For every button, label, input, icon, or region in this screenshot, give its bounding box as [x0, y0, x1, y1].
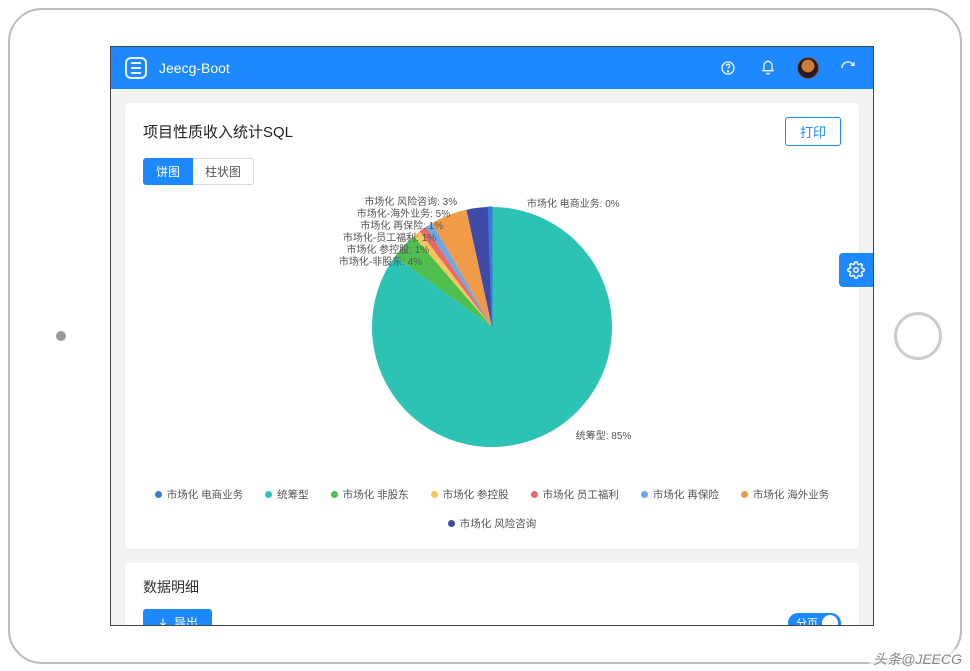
export-label: 导出: [174, 614, 198, 625]
export-button[interactable]: 导出: [143, 609, 212, 625]
tab-bar[interactable]: 柱状图: [193, 158, 254, 185]
app-title: Jeecg-Boot: [159, 60, 230, 76]
topbar: Jeecg-Boot: [111, 47, 873, 89]
tab-pie[interactable]: 饼图: [143, 158, 193, 185]
legend-item[interactable]: 市场化 电商业务: [155, 487, 243, 502]
legend-item[interactable]: 市场化 参控股: [431, 487, 509, 502]
print-button[interactable]: 打印: [785, 117, 841, 146]
camera-dot: [56, 331, 66, 341]
legend-label: 市场化 风险咨询: [460, 516, 536, 531]
legend-label: 统筹型: [277, 487, 309, 502]
slice-label: 市场化-非股东: 4%: [339, 253, 422, 268]
chart-card: 项目性质收入统计SQL 打印 饼图 柱状图: [125, 103, 859, 549]
watermark: 头条@JEECG: [869, 649, 966, 669]
legend-label: 市场化 电商业务: [167, 487, 243, 502]
legend-label: 市场化 参控股: [443, 487, 509, 502]
menu-icon[interactable]: [125, 57, 147, 79]
legend-item[interactable]: 统筹型: [265, 487, 309, 502]
legend-item[interactable]: 市场化 风险咨询: [448, 516, 536, 531]
toggle-knob: [822, 615, 838, 626]
content-scroll[interactable]: 项目性质收入统计SQL 打印 饼图 柱状图: [111, 89, 873, 625]
chart-tabs: 饼图 柱状图: [143, 158, 841, 185]
legend-item[interactable]: 市场化 海外业务: [741, 487, 829, 502]
legend-label: 市场化 海外业务: [753, 487, 829, 502]
download-icon: [157, 617, 169, 626]
legend-label: 市场化 非股东: [343, 487, 409, 502]
home-button[interactable]: [894, 312, 942, 360]
settings-gear-button[interactable]: [839, 253, 873, 287]
legend-label: 市场化 员工福利: [543, 487, 619, 502]
legend-label: 市场化 再保险: [653, 487, 719, 502]
pagination-toggle[interactable]: 分页: [788, 613, 841, 626]
refresh-icon[interactable]: [837, 57, 859, 79]
bell-icon[interactable]: [757, 57, 779, 79]
app-screen: Jeecg-Boot 项目性质收入统计SQL 打印: [110, 46, 874, 626]
legend-item[interactable]: 市场化 再保险: [641, 487, 719, 502]
legend: 市场化 电商业务 统筹型 市场化 非股东 市场化 参控股 市场化 员工福利 市场…: [143, 481, 841, 535]
legend-item[interactable]: 市场化 非股东: [331, 487, 409, 502]
avatar[interactable]: [797, 57, 819, 79]
tablet-frame: Jeecg-Boot 项目性质收入统计SQL 打印: [8, 8, 962, 664]
gear-icon: [847, 261, 865, 279]
toggle-label: 分页: [796, 615, 818, 626]
help-icon[interactable]: [717, 57, 739, 79]
pie-chart: 市场化 电商业务: 0% 市场化 风险咨询: 3% 市场化-海外业务: 5% 市…: [143, 191, 841, 481]
slice-label: 统筹型: 85%: [576, 427, 632, 442]
details-title: 数据明细: [143, 577, 841, 597]
legend-item[interactable]: 市场化 员工福利: [531, 487, 619, 502]
slice-label: 市场化 电商业务: 0%: [527, 195, 620, 210]
page-title: 项目性质收入统计SQL: [143, 121, 293, 142]
details-card: 数据明细 导出 分页 # 项目性质 保险经纪佣金费 风险咨询费: [125, 563, 859, 625]
